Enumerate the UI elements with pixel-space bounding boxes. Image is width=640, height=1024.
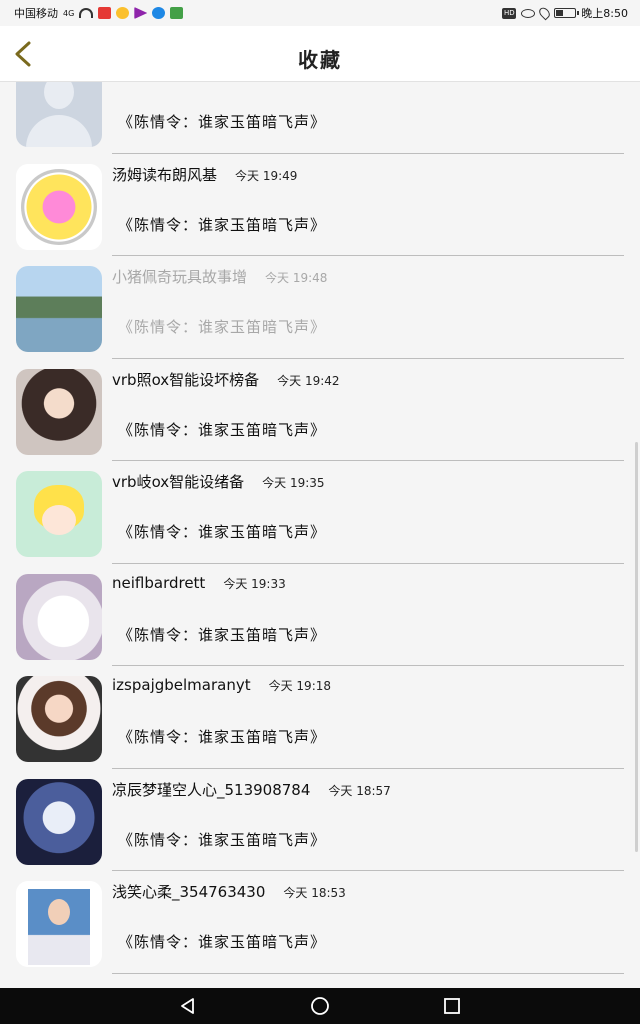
item-time: 今天 19:35: [262, 476, 325, 490]
system-nav-bar: [0, 988, 640, 1024]
list-item-body: 浅笑心柔_354763430 今天 18:53 《陈情令：谁家玉笛暗飞声》: [112, 871, 624, 974]
list-item-header: vrb照ox智能设坏榜备 今天 19:42: [112, 369, 340, 390]
back-triangle-icon: [181, 998, 194, 1014]
avatar[interactable]: [16, 163, 102, 250]
list-item[interactable]: 浅笑心柔_354763430 今天 18:53 《陈情令：谁家玉笛暗飞声》: [0, 871, 640, 974]
list-item-body: 凉辰梦瑾空人心_513908784 今天 18:57 《陈情令：谁家玉笛暗飞声》: [112, 769, 624, 871]
item-time: 今天 19:48: [265, 271, 328, 285]
user-name[interactable]: 凉辰梦瑾空人心_513908784: [112, 779, 310, 800]
item-time: 今天 19:49: [235, 168, 298, 183]
item-time: 今天 19:33: [223, 576, 286, 591]
list-item[interactable]: vrb照ox智能设坏榜备 今天 19:42 《陈情令：谁家玉笛暗飞声》: [0, 359, 640, 461]
user-name[interactable]: neiflbardrett: [112, 574, 205, 592]
list-item[interactable]: vrb岐ox智能设绪备 今天 19:35 《陈情令：谁家玉笛暗飞声》: [0, 461, 640, 564]
carrier-label: 中国移动: [14, 7, 58, 20]
list-item-header: izspajgbelmaranyt 今天 19:18: [112, 676, 331, 694]
avatar[interactable]: [16, 676, 102, 762]
favorite-title[interactable]: 《陈情令：谁家玉笛暗飞声》: [118, 111, 326, 132]
scrollbar[interactable]: [635, 442, 638, 852]
favorite-title[interactable]: 《陈情令：谁家玉笛暗飞声》: [118, 829, 326, 850]
home-circle-icon: [311, 997, 329, 1015]
nav-recents-button[interactable]: [441, 995, 463, 1017]
avatar[interactable]: [16, 82, 102, 147]
hd-icon: HD: [502, 7, 517, 19]
app-notification-icon: [116, 7, 130, 19]
network-label: 4G: [63, 8, 75, 18]
user-name[interactable]: 浅笑心柔_354763430: [112, 881, 265, 902]
location-icon: [537, 5, 553, 21]
status-left: 中国移动 4G: [14, 5, 184, 21]
favorite-title[interactable]: 《陈情令：谁家玉笛暗飞声》: [118, 214, 326, 235]
user-name[interactable]: 汤姆读布朗风基: [112, 164, 217, 185]
list-item-body: neiflbardrett 今天 19:33 《陈情令：谁家玉笛暗飞声》: [112, 564, 624, 666]
nav-back-button[interactable]: [177, 995, 199, 1017]
favorite-title[interactable]: 《陈情令：谁家玉笛暗飞声》: [118, 931, 326, 952]
list-item-body: vrb岐ox智能设绪备 今天 19:35 《陈情令：谁家玉笛暗飞声》: [112, 461, 624, 564]
favorites-list[interactable]: 游客1600507899395今天 19:53《陈情令：谁家玉笛暗飞声》汤姆读布…: [0, 82, 640, 988]
list-item-header: neiflbardrett 今天 19:33: [112, 574, 286, 592]
list-item-body: izspajgbelmaranyt 今天 19:18 《陈情令：谁家玉笛暗飞声》: [112, 666, 624, 769]
list-item-body: 游客1600507899395今天 19:53《陈情令：谁家玉笛暗飞声》: [112, 82, 624, 154]
chevron-left-icon: [15, 41, 31, 67]
gallery-icon: [170, 7, 184, 19]
avatar[interactable]: [16, 471, 102, 557]
list-item[interactable]: 汤姆读布朗风基 今天 19:49 《陈情令：谁家玉笛暗飞声》: [0, 154, 640, 256]
list-item-header: 汤姆读布朗风基 今天 19:49: [112, 164, 297, 185]
avatar[interactable]: [16, 573, 102, 660]
user-name[interactable]: vrb岐ox智能设绪备: [112, 471, 244, 492]
wifi-icon: [79, 8, 94, 18]
status-bar: 中国移动 4G HD 晚上8:50: [0, 0, 640, 26]
list-item-body: 汤姆读布朗风基 今天 19:49 《陈情令：谁家玉笛暗飞声》: [112, 154, 624, 256]
nav-home-button[interactable]: [309, 995, 331, 1017]
clock-time: 晚上8:50: [581, 7, 628, 20]
list-item[interactable]: 凉辰梦瑾空人心_513908784 今天 18:57 《陈情令：谁家玉笛暗飞声》: [0, 769, 640, 871]
list-item-body: vrb照ox智能设坏榜备 今天 19:42 《陈情令：谁家玉笛暗飞声》: [112, 359, 624, 461]
list-item[interactable]: 游客1600507899395今天 19:53《陈情令：谁家玉笛暗飞声》: [0, 82, 640, 154]
play-icon: [134, 7, 148, 19]
list-item-header: vrb岐ox智能设绪备 今天 19:35: [112, 471, 325, 492]
user-name[interactable]: 小猪佩奇玩具故事增: [112, 266, 247, 287]
user-name[interactable]: vrb照ox智能设坏榜备: [112, 369, 259, 390]
user-name[interactable]: izspajgbelmaranyt: [112, 676, 251, 694]
status-right: HD 晚上8:50: [502, 5, 628, 21]
avatar[interactable]: [16, 778, 102, 865]
battery-icon: [554, 8, 580, 18]
item-time: 今天 18:53: [283, 886, 346, 900]
favorite-title[interactable]: 《陈情令：谁家玉笛暗飞声》: [118, 624, 326, 645]
favorites-list-inner: 游客1600507899395今天 19:53《陈情令：谁家玉笛暗飞声》汤姆读布…: [0, 82, 640, 974]
list-item[interactable]: neiflbardrett 今天 19:33 《陈情令：谁家玉笛暗飞声》: [0, 564, 640, 666]
list-item-header: 凉辰梦瑾空人心_513908784 今天 18:57: [112, 779, 391, 800]
list-item-body: 小猪佩奇玩具故事增 今天 19:48 《陈情令：谁家玉笛暗飞声》: [112, 256, 624, 359]
favorite-title[interactable]: 《陈情令：谁家玉笛暗飞声》: [118, 521, 326, 542]
page-title: 收藏: [298, 48, 342, 72]
app-notification-icon: [98, 7, 112, 19]
back-button[interactable]: [6, 36, 40, 72]
recents-square-icon: [444, 998, 460, 1014]
app-notification-icon: [152, 7, 166, 19]
item-time: 今天 19:42: [277, 373, 340, 388]
item-time: 今天 18:57: [328, 783, 391, 798]
clock-face-icon: [21, 168, 97, 245]
eye-icon: [521, 8, 536, 18]
avatar[interactable]: [16, 368, 102, 455]
avatar[interactable]: [16, 266, 102, 352]
list-item[interactable]: 小猪佩奇玩具故事增 今天 19:48 《陈情令：谁家玉笛暗飞声》: [0, 256, 640, 359]
favorite-title[interactable]: 《陈情令：谁家玉笛暗飞声》: [118, 316, 326, 337]
header: 收藏: [0, 26, 640, 82]
item-time: 今天 19:18: [268, 679, 332, 693]
avatar[interactable]: [16, 881, 102, 967]
favorite-title[interactable]: 《陈情令：谁家玉笛暗飞声》: [118, 726, 326, 747]
list-item-header: 小猪佩奇玩具故事增 今天 19:48: [112, 266, 327, 287]
list-item[interactable]: izspajgbelmaranyt 今天 19:18 《陈情令：谁家玉笛暗飞声》: [0, 666, 640, 769]
list-item-header: 浅笑心柔_354763430 今天 18:53: [112, 881, 346, 902]
favorite-title[interactable]: 《陈情令：谁家玉笛暗飞声》: [118, 419, 326, 440]
